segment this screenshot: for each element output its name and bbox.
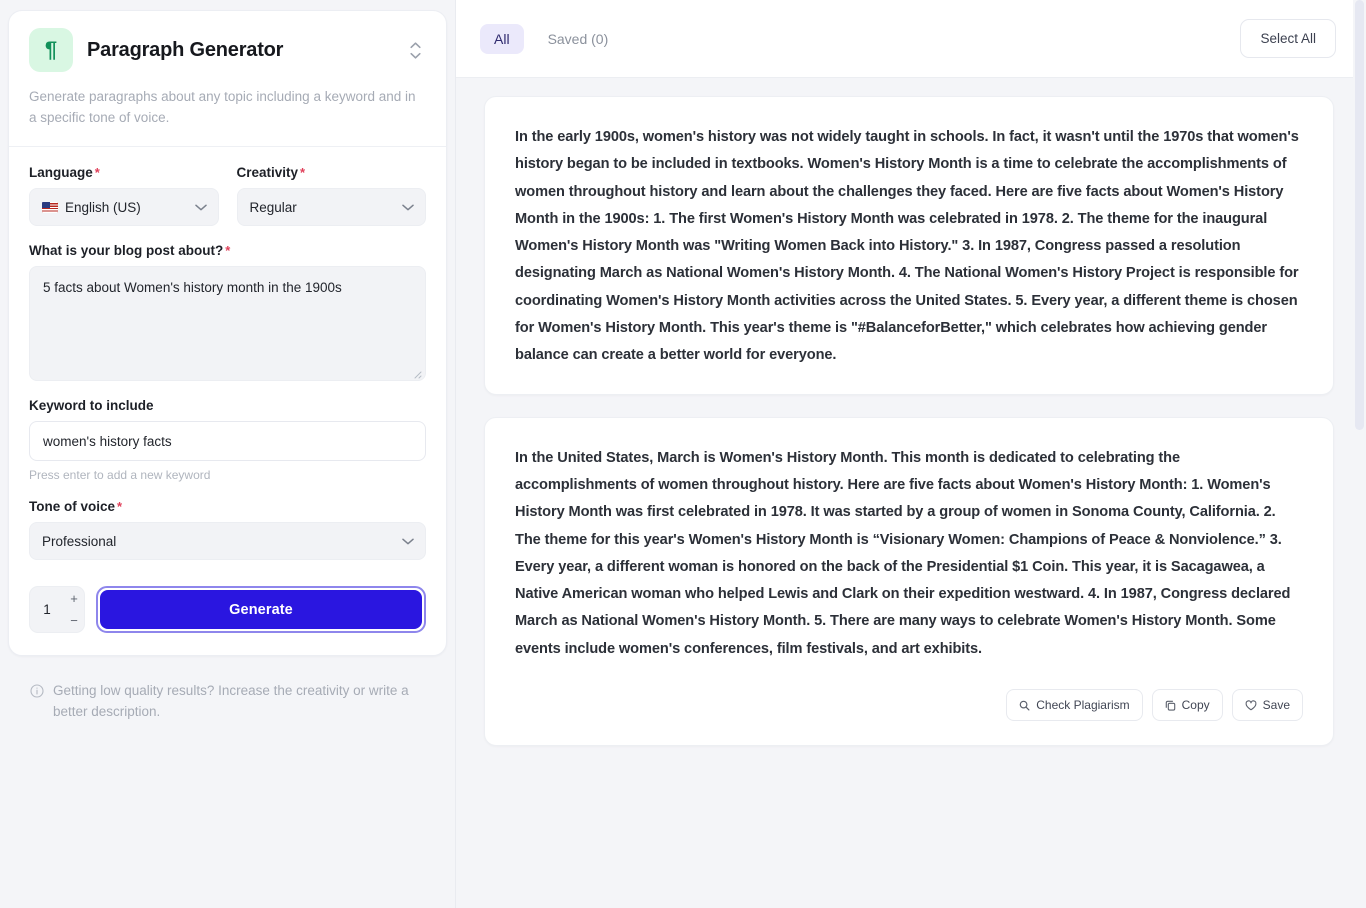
copy-button[interactable]: Copy — [1152, 689, 1223, 721]
keyword-input[interactable] — [29, 421, 426, 461]
language-value: English (US) — [65, 200, 141, 215]
tool-form-body: Language* English (US) Creativity* — [9, 147, 446, 655]
generate-button-focus-ring: Generate — [96, 586, 426, 633]
save-button[interactable]: Save — [1232, 689, 1303, 721]
results-panel: All Saved (0) Select All In the early 19… — [455, 0, 1366, 908]
info-circle-icon — [30, 683, 44, 722]
quantity-value: 1 — [30, 587, 64, 632]
chevron-down-icon — [402, 200, 414, 215]
generate-button[interactable]: Generate — [100, 590, 422, 629]
chevron-down-icon — [402, 534, 414, 549]
paragraph-icon: ¶ — [29, 28, 73, 72]
required-asterisk: * — [300, 165, 305, 180]
creativity-label: Creativity* — [237, 165, 427, 180]
creativity-label-text: Creativity — [237, 165, 299, 180]
language-label-text: Language — [29, 165, 93, 180]
description-label: What is your blog post about?* — [29, 243, 426, 258]
tone-field: Tone of voice* Professional — [29, 499, 426, 560]
tab-saved[interactable]: Saved (0) — [534, 24, 623, 54]
copy-icon — [1165, 700, 1176, 711]
generate-row: 1 + − Generate — [29, 586, 426, 633]
results-tabs: All Saved (0) — [480, 24, 622, 54]
result-card-actions: Check Plagiarism Copy Save — [515, 689, 1303, 721]
results-scrollbar[interactable] — [1353, 0, 1366, 908]
up-down-chevron-icon[interactable] — [404, 37, 426, 63]
copy-label: Copy — [1182, 698, 1210, 712]
quality-hint: Getting low quality results? Increase th… — [8, 656, 447, 722]
tone-label-text: Tone of voice — [29, 499, 115, 514]
results-scrollbar-thumb[interactable] — [1355, 0, 1364, 430]
plus-icon[interactable]: + — [64, 587, 84, 610]
tool-form-card: ¶ Paragraph Generator Generate paragraph… — [8, 10, 447, 656]
tool-header: ¶ Paragraph Generator Generate paragraph… — [9, 11, 446, 147]
app-root: ¶ Paragraph Generator Generate paragraph… — [0, 0, 1366, 908]
keyword-label-text: Keyword to include — [29, 398, 154, 413]
result-text: In the early 1900s, women's history was … — [515, 124, 1303, 370]
required-asterisk: * — [95, 165, 100, 180]
result-text: In the United States, March is Women's H… — [515, 445, 1303, 663]
tab-all[interactable]: All — [480, 24, 524, 54]
required-asterisk: * — [225, 243, 230, 258]
language-label: Language* — [29, 165, 219, 180]
language-field: Language* English (US) — [29, 165, 219, 226]
minus-icon[interactable]: − — [64, 610, 84, 633]
creativity-field: Creativity* Regular — [237, 165, 427, 226]
check-plagiarism-button[interactable]: Check Plagiarism — [1006, 689, 1142, 721]
language-select[interactable]: English (US) — [29, 188, 219, 226]
check-plagiarism-label: Check Plagiarism — [1036, 698, 1129, 712]
heart-icon — [1245, 700, 1257, 711]
us-flag-icon — [42, 202, 58, 213]
creativity-value: Regular — [250, 200, 297, 215]
quantity-stepper[interactable]: 1 + − — [29, 586, 85, 633]
description-textarea[interactable]: 5 facts about Women's history month in t… — [29, 266, 426, 381]
keyword-label: Keyword to include — [29, 398, 426, 413]
required-asterisk: * — [117, 499, 122, 514]
save-label: Save — [1263, 698, 1290, 712]
tone-value: Professional — [42, 534, 116, 549]
description-label-text: What is your blog post about? — [29, 243, 223, 258]
keyword-field: Keyword to include Press enter to add a … — [29, 398, 426, 482]
results-list[interactable]: In the early 1900s, women's history was … — [456, 78, 1366, 908]
chevron-down-icon — [195, 200, 207, 215]
quality-hint-text: Getting low quality results? Increase th… — [53, 680, 425, 722]
creativity-select[interactable]: Regular — [237, 188, 427, 226]
select-all-button[interactable]: Select All — [1240, 19, 1336, 58]
description-field: What is your blog post about?* 5 facts a… — [29, 243, 426, 381]
paragraph-glyph: ¶ — [45, 39, 57, 61]
result-card[interactable]: In the early 1900s, women's history was … — [484, 96, 1334, 395]
search-icon — [1019, 700, 1030, 711]
tool-form-panel: ¶ Paragraph Generator Generate paragraph… — [0, 0, 455, 908]
keyword-helper-text: Press enter to add a new keyword — [29, 468, 426, 482]
tone-label: Tone of voice* — [29, 499, 426, 514]
tone-select[interactable]: Professional — [29, 522, 426, 560]
page-title: Paragraph Generator — [87, 39, 390, 62]
tool-description: Generate paragraphs about any topic incl… — [29, 86, 426, 128]
results-toolbar: All Saved (0) Select All — [456, 0, 1366, 78]
result-card[interactable]: In the United States, March is Women's H… — [484, 417, 1334, 746]
